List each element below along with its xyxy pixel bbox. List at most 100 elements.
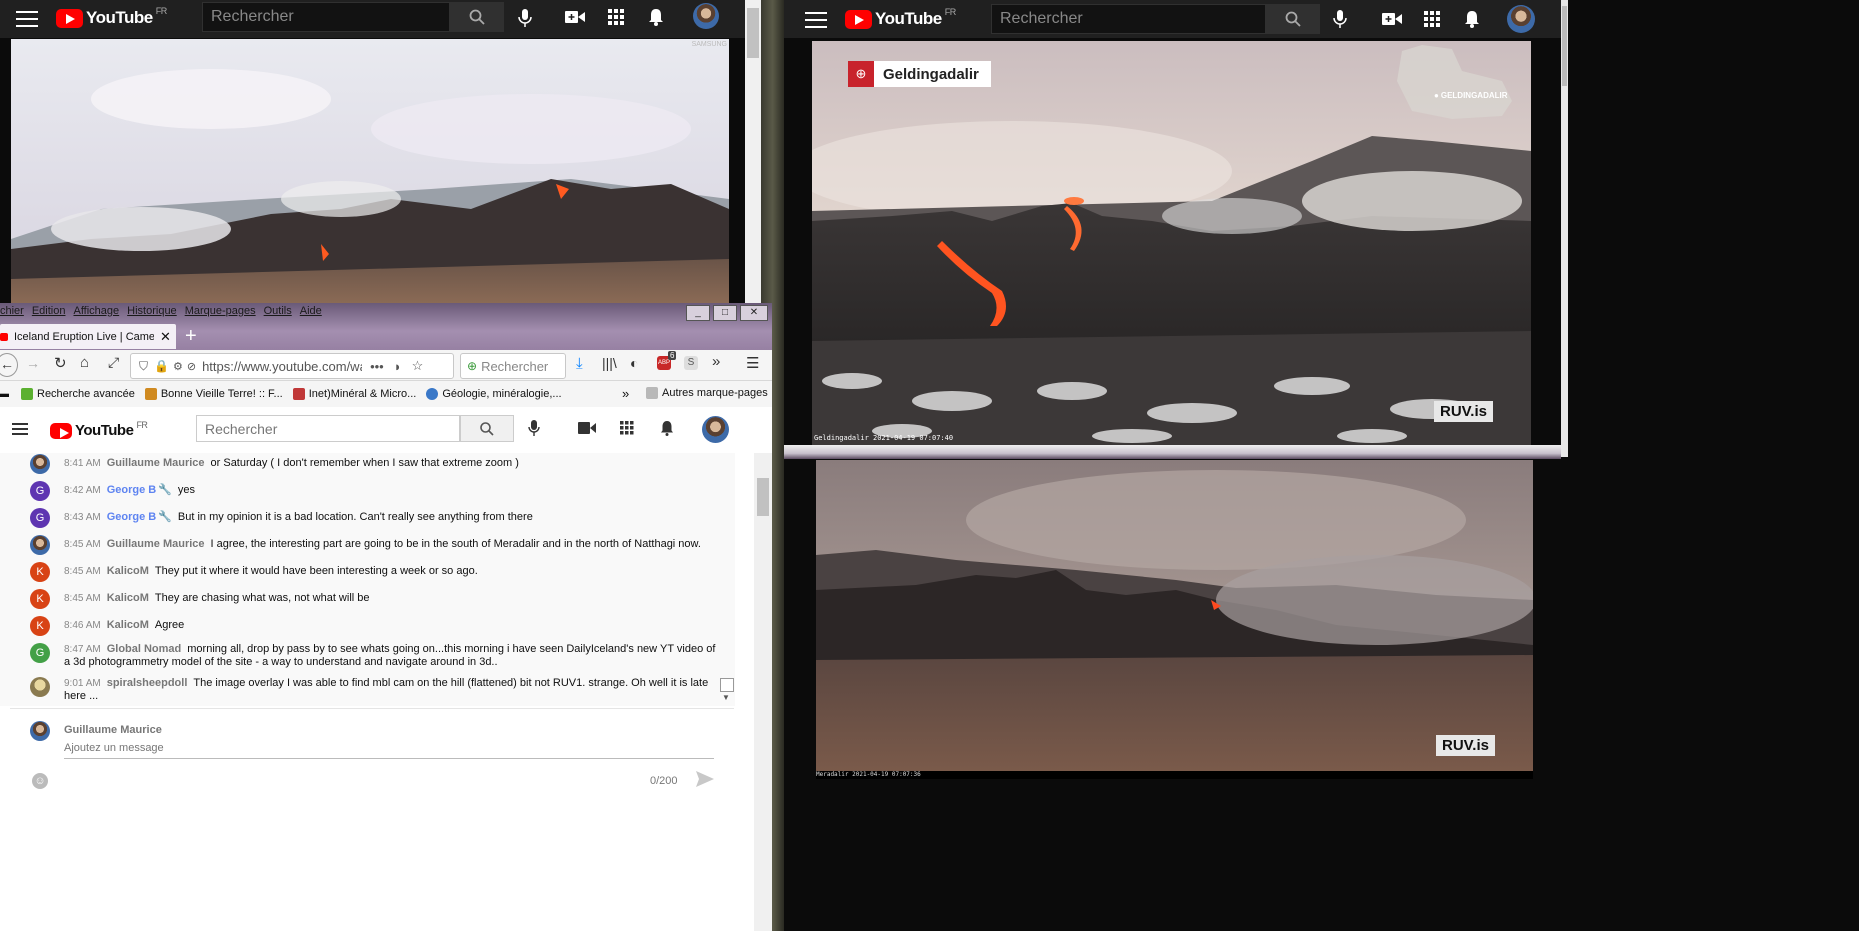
search-button[interactable] (1266, 4, 1320, 34)
message-author[interactable]: KalicoM (107, 565, 149, 577)
youtube-logo[interactable]: YouTube FR (845, 7, 956, 29)
other-bookmarks[interactable]: Autres marque-pages (646, 387, 768, 399)
search-input[interactable]: Rechercher (991, 4, 1266, 34)
bookmark-geologie[interactable]: Géologie, minéralogie,... (426, 388, 562, 400)
create-video-icon[interactable] (565, 10, 585, 24)
menu-icon[interactable] (805, 12, 827, 28)
menu-icon[interactable] (16, 11, 38, 27)
overflow-menu-icon[interactable]: » (712, 353, 720, 370)
chat-avatar[interactable]: G (30, 508, 50, 528)
youtube-logo[interactable]: YouTube FR (50, 420, 148, 439)
message-author[interactable]: KalicoM (107, 619, 149, 631)
bookmarks-overflow-icon[interactable]: » (622, 386, 629, 401)
scrollbar-thumb[interactable] (1562, 6, 1567, 86)
search-button[interactable] (450, 2, 504, 32)
firefox-search-box[interactable]: ⊕ Rechercher (460, 353, 566, 379)
forward-button[interactable]: → (26, 355, 40, 371)
page-actions-icon[interactable]: ••• (370, 359, 384, 374)
message-author[interactable]: George B (107, 511, 157, 523)
microphone-icon[interactable] (1333, 9, 1347, 29)
chat-avatar[interactable]: K (30, 616, 50, 636)
message-author[interactable]: KalicoM (107, 592, 149, 604)
chat-scroll-arrow-icon[interactable] (720, 678, 734, 692)
back-button[interactable]: ← (0, 353, 18, 377)
bookmark-inet-mineral[interactable]: Inet)Minéral & Micro... (292, 388, 416, 400)
extension-icon[interactable]: ◐ (630, 355, 638, 371)
search-button[interactable] (460, 415, 514, 442)
send-icon[interactable] (696, 771, 714, 790)
create-video-icon[interactable] (1382, 12, 1402, 26)
message-author[interactable]: George B (107, 484, 157, 496)
region-code: FR (136, 420, 148, 430)
shield-icon[interactable]: ⛉ (139, 359, 148, 374)
user-avatar[interactable] (693, 3, 719, 29)
emoji-icon[interactable]: ☺ (32, 773, 48, 789)
message-input[interactable]: Ajoutez un message (64, 742, 714, 759)
message-author[interactable]: Guillaume Maurice (107, 538, 205, 550)
notifications-bell-icon[interactable] (660, 420, 674, 439)
downloads-icon[interactable]: ⤓ (576, 355, 583, 372)
chat-avatar[interactable]: G (30, 643, 50, 663)
notifications-bell-icon[interactable] (648, 8, 664, 26)
bookmark-recherche-avancee[interactable]: Recherche avancée (21, 388, 135, 400)
message-author[interactable]: Global Nomad (107, 643, 182, 655)
microphone-icon[interactable] (516, 8, 534, 28)
create-video-icon[interactable] (578, 422, 596, 437)
chat-scrollbar[interactable] (754, 453, 772, 931)
scrollbar-thumb[interactable] (747, 8, 759, 58)
scrollbar-thumb[interactable] (757, 478, 769, 516)
chat-avatar[interactable] (30, 535, 50, 555)
notifications-bell-icon[interactable] (1464, 10, 1480, 28)
menu-edition[interactable]: Edition (32, 305, 66, 317)
video-player-left[interactable]: SAMSUNG (11, 39, 729, 303)
menu-icon[interactable] (12, 423, 28, 435)
fullscreen-icon[interactable]: ⤢ (108, 354, 119, 371)
close-window-button[interactable]: ✕ (740, 305, 768, 321)
browser-tab[interactable]: Iceland Eruption Live | Camera ✕ (0, 324, 176, 349)
hamburger-menu-icon[interactable]: ☰ (746, 354, 759, 372)
search-input[interactable]: Rechercher (202, 2, 450, 32)
chat-scroll-down-icon[interactable]: ▼ (722, 693, 730, 702)
menu-affichage[interactable]: Affichage (73, 305, 119, 317)
reload-button[interactable]: ↻ (54, 354, 67, 372)
chat-avatar[interactable] (30, 677, 50, 697)
youtube-logo[interactable]: YouTube FR (56, 6, 167, 28)
pocket-icon[interactable]: ◗ (394, 359, 402, 374)
page-scrollbar-right[interactable] (1561, 0, 1568, 457)
apps-grid-icon[interactable] (620, 421, 634, 438)
search-input[interactable]: Rechercher (196, 415, 460, 442)
chat-avatar[interactable]: K (30, 562, 50, 582)
chat-avatar[interactable]: G (30, 481, 50, 501)
menu-aide[interactable]: Aide (300, 305, 322, 317)
user-avatar[interactable] (1507, 5, 1535, 33)
bookmark-bonne-vieille-terre[interactable]: Bonne Vieille Terre! :: F... (144, 388, 283, 400)
bookmark-folder-icon[interactable]: ▬ (0, 388, 9, 400)
apps-grid-icon[interactable] (1424, 11, 1440, 27)
autoplay-blocked-icon[interactable]: ⊘ (187, 360, 196, 373)
menu-outils[interactable]: Outils (264, 305, 292, 317)
close-tab-icon[interactable]: ✕ (160, 329, 171, 345)
library-icon[interactable]: |||\ (602, 355, 617, 371)
menu-marque-pages[interactable]: Marque-pages (185, 305, 256, 317)
message-author[interactable]: Guillaume Maurice (107, 457, 205, 469)
menu-fichier[interactable]: chier (0, 305, 24, 317)
apps-grid-icon[interactable] (608, 9, 624, 25)
video-player-geldingadalir[interactable]: ⊕ Geldingadalir ● GELDINGADALIR RUV.is Ge… (812, 41, 1531, 445)
bookmark-star-icon[interactable]: ☆ (412, 358, 424, 374)
maximize-button[interactable]: □ (713, 305, 737, 321)
minimize-button[interactable]: _ (686, 305, 710, 321)
new-tab-button[interactable]: + (185, 325, 197, 348)
chat-avatar[interactable]: K (30, 589, 50, 609)
permissions-icon[interactable]: ⚙ (173, 360, 183, 373)
message-author[interactable]: spiralsheepdoll (107, 677, 188, 689)
home-button[interactable]: ⌂ (80, 354, 89, 371)
menu-historique[interactable]: Historique (127, 305, 177, 317)
page-scrollbar-left[interactable] (745, 0, 761, 303)
user-avatar[interactable] (702, 416, 729, 443)
url-bar[interactable]: ⛉ 🔒 ⚙ ⊘ https://www.youtube.com/wat ••• … (130, 353, 454, 379)
lock-icon[interactable]: 🔒 (154, 359, 169, 373)
chat-avatar[interactable] (30, 454, 50, 474)
microphone-icon[interactable] (528, 419, 540, 440)
video-player-meradalir[interactable]: RUV.is Meradalir 2021-04-19 07:07:36 (816, 460, 1533, 771)
extension-s-icon[interactable]: S (684, 356, 698, 370)
